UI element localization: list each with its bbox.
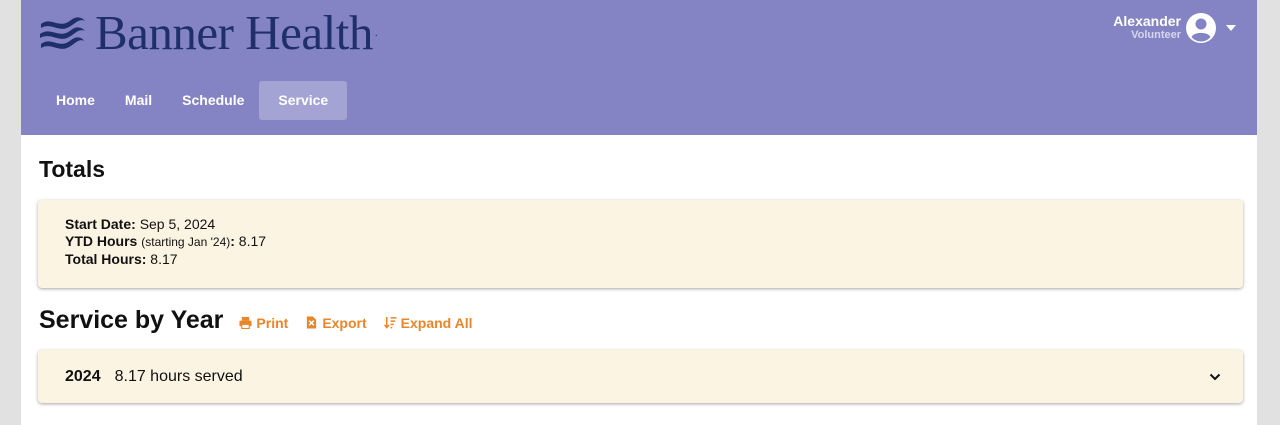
- expand-all-button[interactable]: Expand All: [383, 314, 473, 331]
- expand-all-label: Expand All: [400, 314, 473, 331]
- service-by-year-header: Service by Year Print Export Expand All: [39, 306, 489, 335]
- nav-service[interactable]: Service: [259, 81, 348, 120]
- user-role: Volunteer: [1131, 29, 1181, 41]
- total-hours-label: Total Hours:: [65, 251, 147, 267]
- ytd-hours-value: 8.17: [238, 233, 267, 249]
- year-label: 2024: [65, 367, 101, 385]
- user-avatar-icon: [1186, 13, 1216, 43]
- nav-schedule[interactable]: Schedule: [167, 81, 259, 120]
- brand-mark: .: [374, 27, 378, 39]
- export-file-icon: [307, 316, 317, 329]
- start-date-value: Sep 5, 2024: [139, 216, 216, 232]
- caret-down-icon[interactable]: [1225, 22, 1237, 34]
- start-date-line: Start Date: Sep 5, 2024: [65, 216, 1243, 233]
- start-date-label: Start Date:: [65, 216, 136, 232]
- ytd-hours-label: YTD Hours: [65, 233, 138, 249]
- sort-expand-icon: [383, 316, 397, 329]
- header: Banner Health. Alexander Volunteer Home …: [21, 0, 1257, 135]
- nav-mail[interactable]: Mail: [110, 81, 167, 120]
- user-menu[interactable]: Alexander Volunteer: [1113, 12, 1237, 44]
- ytd-hours-line: YTD Hours (starting Jan '24): 8.17: [65, 233, 1243, 251]
- page: Banner Health. Alexander Volunteer Home …: [21, 0, 1257, 425]
- print-label: Print: [256, 314, 289, 331]
- ytd-hours-note: (starting Jan '24): [141, 235, 231, 249]
- export-button[interactable]: Export: [305, 314, 367, 331]
- user-name: Alexander: [1113, 13, 1181, 29]
- year-accordion-2024[interactable]: 2024 8.17 hours served: [38, 350, 1243, 403]
- nav-home[interactable]: Home: [41, 81, 110, 120]
- service-by-year-heading: Service by Year: [39, 306, 224, 334]
- hours-served: 8.17 hours served: [114, 367, 243, 385]
- print-icon: [239, 316, 252, 329]
- print-button[interactable]: Print: [239, 315, 288, 331]
- totals-heading: Totals: [39, 156, 106, 182]
- total-hours-value: 8.17: [150, 251, 178, 267]
- brand-name: Banner Health: [95, 5, 373, 60]
- total-hours-line: Total Hours: 8.17: [65, 251, 1243, 268]
- totals-card: Start Date: Sep 5, 2024 YTD Hours (start…: [38, 200, 1243, 288]
- chevron-down-icon[interactable]: [1209, 372, 1221, 382]
- banner-waves-icon: [40, 17, 85, 49]
- main-nav: Home Mail Schedule Service: [41, 81, 348, 120]
- banner-health-logo[interactable]: Banner Health.: [37, 5, 378, 60]
- export-label: Export: [322, 314, 367, 331]
- ytd-colon: :: [230, 233, 235, 249]
